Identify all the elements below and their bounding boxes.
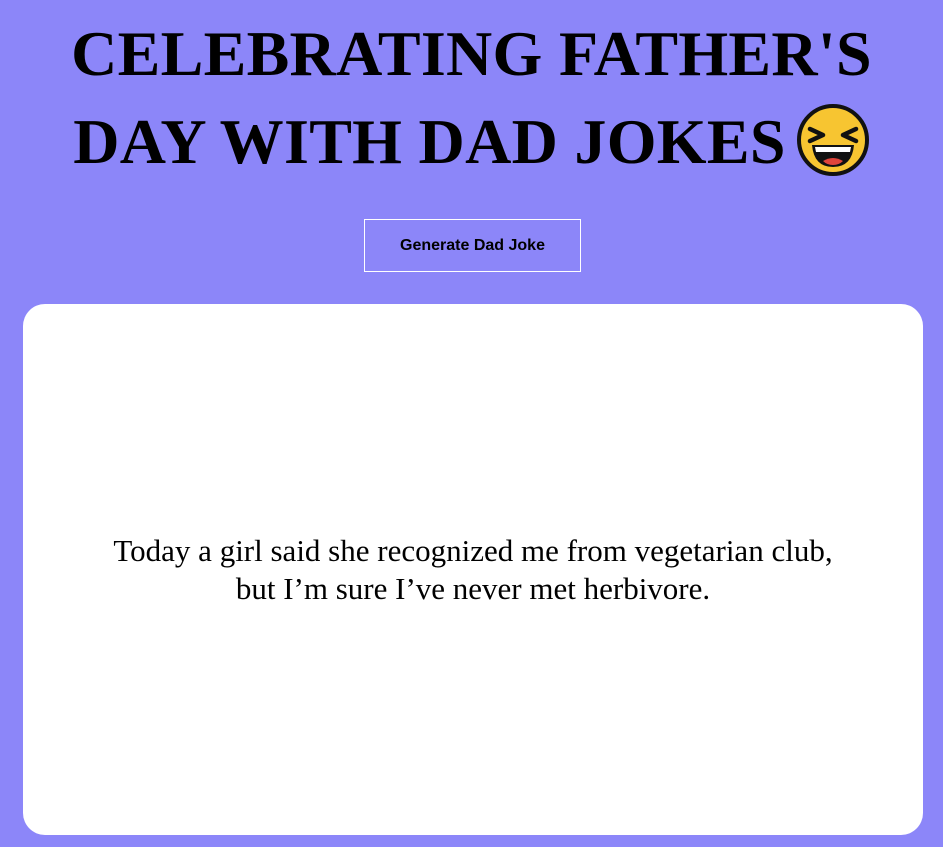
page-title-line-2: DAY WITH DAD JOKES: [0, 98, 943, 186]
page-title-line-2-text: DAY WITH DAD JOKES: [73, 106, 786, 177]
joke-text-line-1: Today a girl said she recognized me from…: [113, 532, 833, 568]
laughing-squinting-face-icon: [796, 103, 870, 177]
page-title-line-1: CELEBRATING FATHER'S: [71, 18, 872, 89]
joke-text-line-2: but I’m sure I’ve never met herbivore.: [235, 570, 711, 606]
page-title: CELEBRATING FATHER'S DAY WITH DAD JOKES: [0, 10, 943, 186]
joke-text: Today a girl said she recognized me from…: [83, 532, 863, 608]
joke-card: Today a girl said she recognized me from…: [23, 304, 923, 835]
generate-dad-joke-button[interactable]: Generate Dad Joke: [364, 219, 581, 272]
